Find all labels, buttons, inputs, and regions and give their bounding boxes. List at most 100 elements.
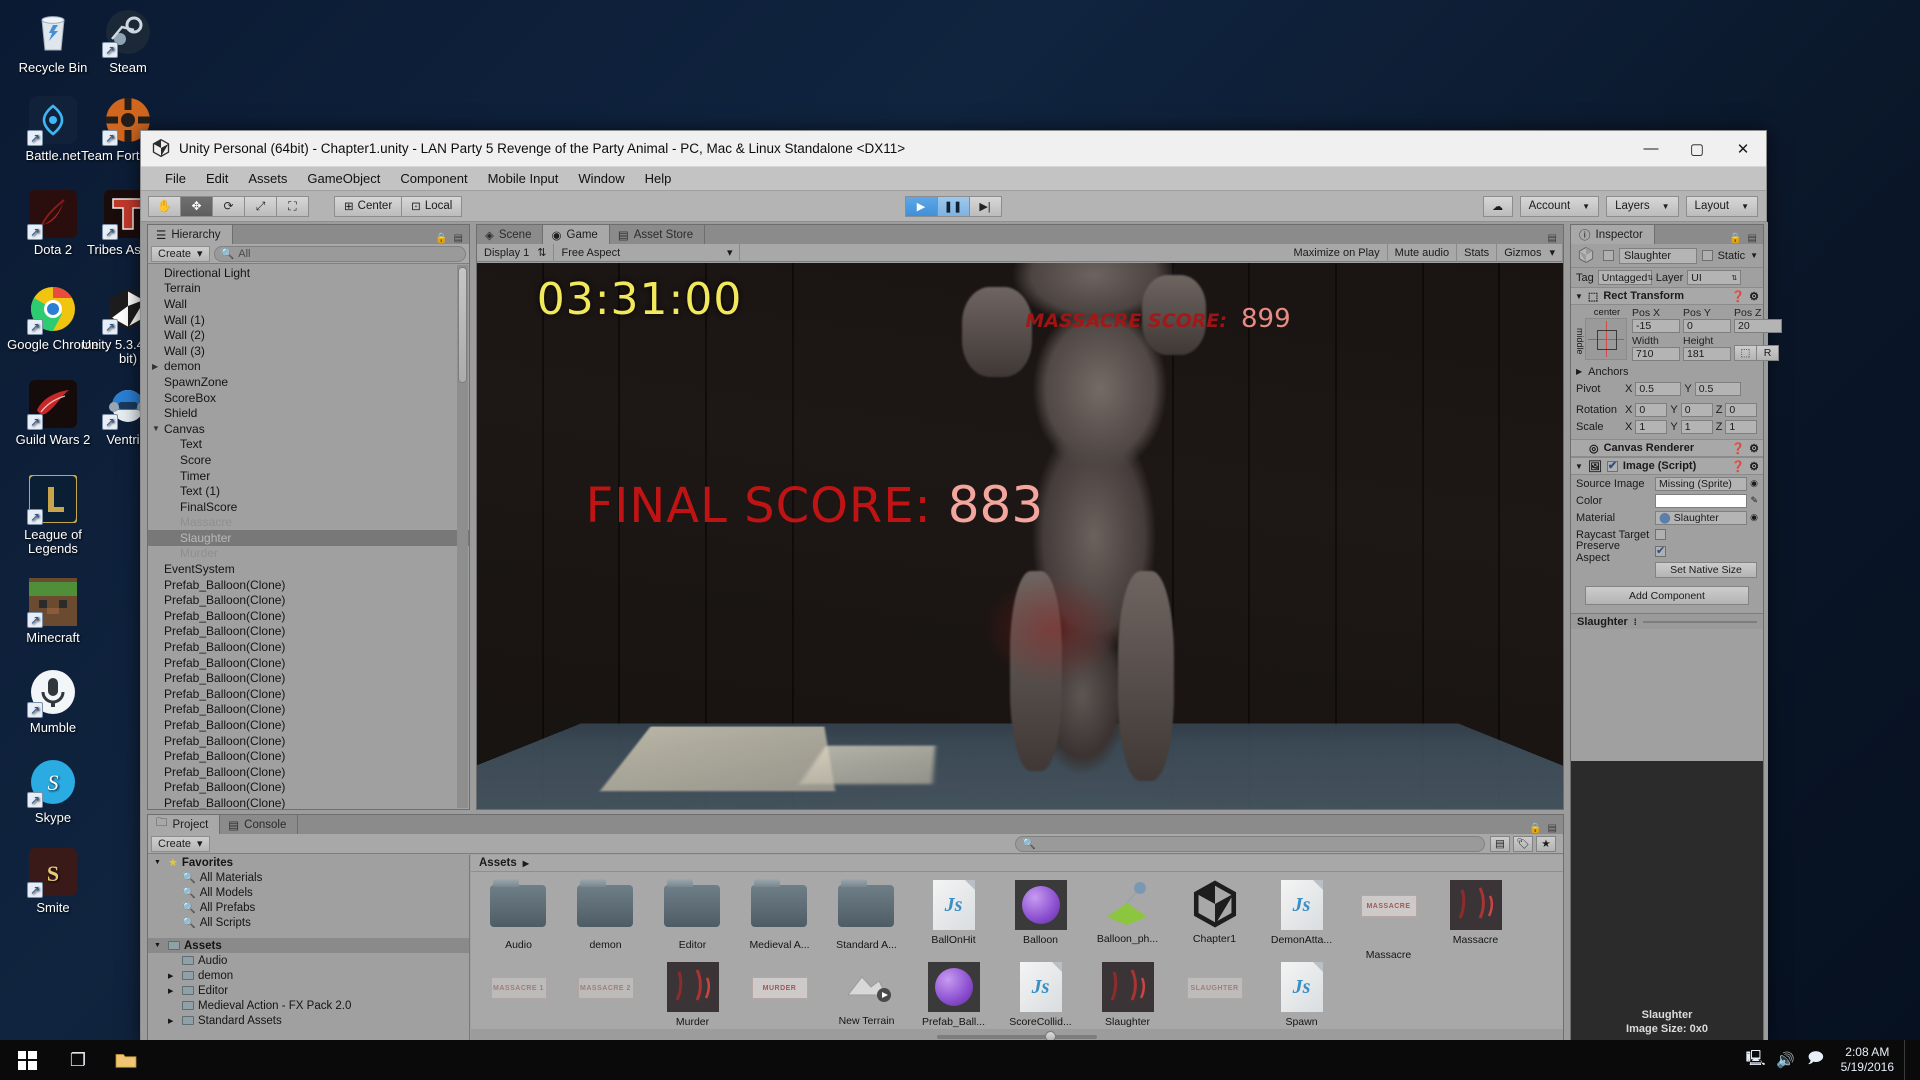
maximize-on-play-toggle[interactable]: Maximize on Play — [1286, 243, 1388, 262]
display-dropdown[interactable]: Display 1 ⇅ — [477, 243, 555, 262]
hierarchy-item[interactable]: Slaughter — [148, 530, 469, 546]
pos-x-field[interactable]: -15 — [1632, 319, 1680, 333]
start-button[interactable] — [0, 1040, 54, 1080]
hierarchy-item[interactable]: Wall (3) — [148, 343, 469, 359]
gear-icon[interactable]: ⚙ — [1749, 442, 1759, 455]
pause-button[interactable]: ❚❚ — [936, 195, 970, 217]
maximize-button[interactable]: ▢ — [1674, 131, 1720, 167]
asset-item[interactable]: Audio — [475, 879, 562, 961]
drag-handle-icon[interactable]: ⁞ — [1634, 617, 1637, 627]
hand-tool-button[interactable]: ✋ — [148, 195, 181, 217]
hierarchy-item[interactable]: Text — [148, 437, 469, 453]
asset-item[interactable]: Standard A... — [823, 879, 910, 961]
hierarchy-item[interactable]: Prefab_Balloon(Clone) — [148, 592, 469, 608]
asset-grid[interactable]: Audio demon Editor Medieval A... Standard A.… — [471, 873, 1563, 1028]
project-tree-item[interactable]: Medieval Action - FX Pack 2.0 — [148, 998, 469, 1013]
image-script-header[interactable]: ▼ 🖼 Image (Script) ❓⚙ — [1571, 457, 1763, 475]
tag-dropdown[interactable]: Untagged ⇅ — [1597, 270, 1653, 285]
project-tree-item[interactable]: ▶ Standard Assets — [148, 1013, 469, 1028]
hierarchy-item[interactable]: Murder — [148, 546, 469, 562]
hierarchy-item[interactable]: Prefab_Balloon(Clone) — [148, 639, 469, 655]
asset-item[interactable]: demon — [562, 879, 649, 961]
asset-item[interactable]: MASSACRE 1Massacre 1 — [475, 961, 562, 1028]
color-swatch[interactable] — [1655, 493, 1748, 508]
menu-icon[interactable]: ▤ — [1548, 233, 1557, 244]
hierarchy-item[interactable]: Prefab_Balloon(Clone) — [148, 670, 469, 686]
stats-toggle[interactable]: Stats — [1457, 243, 1498, 262]
asset-item[interactable]: Massacre — [1432, 879, 1519, 961]
hierarchy-item[interactable]: Score — [148, 452, 469, 468]
help-icon[interactable]: ❓ — [1731, 460, 1745, 473]
hierarchy-item[interactable]: Wall (2) — [148, 327, 469, 343]
help-icon[interactable]: ❓ — [1731, 442, 1745, 455]
asset-item[interactable]: Js DemonAtta... — [1258, 879, 1345, 961]
project-tree-item[interactable]: ▶ demon — [148, 968, 469, 983]
tab-hierarchy[interactable]: ☰ Hierarchy — [148, 225, 233, 244]
tab-project[interactable]: 🗀 Project — [148, 815, 221, 834]
foldout-icon[interactable]: ▶ — [168, 972, 178, 980]
hierarchy-item[interactable]: Timer — [148, 468, 469, 484]
hierarchy-item[interactable]: Prefab_Balloon(Clone) — [148, 686, 469, 702]
asset-item[interactable]: New Terrain — [823, 961, 910, 1028]
desktop-icon-smite[interactable]: S ↗ Smite — [0, 848, 106, 915]
menu-item-mobile-input[interactable]: Mobile Input — [478, 169, 569, 188]
help-icon[interactable]: ❓ — [1731, 290, 1745, 303]
menu-item-assets[interactable]: Assets — [238, 169, 297, 188]
hierarchy-item[interactable]: Shield — [148, 405, 469, 421]
favorite-button[interactable]: ★ — [1536, 835, 1556, 852]
menu-item-component[interactable]: Component — [390, 169, 477, 188]
asset-zoom-slider[interactable] — [937, 1030, 1097, 1042]
network-icon[interactable]: 🖳 — [1741, 1048, 1771, 1073]
asset-item[interactable]: Balloon_ph... — [1084, 879, 1171, 961]
anchor-preset-widget[interactable] — [1585, 318, 1627, 360]
scale-x-field[interactable]: 1 — [1635, 419, 1668, 434]
hierarchy-item[interactable]: Prefab_Balloon(Clone) — [148, 748, 469, 764]
hierarchy-list[interactable]: Directional Light Terrain Wall Wall (1) Wall… — [148, 265, 469, 809]
width-field[interactable]: 710 — [1632, 347, 1680, 361]
asset-item[interactable]: Editor — [649, 879, 736, 961]
hierarchy-item[interactable]: Prefab_Balloon(Clone) — [148, 717, 469, 733]
asset-item[interactable]: Chapter1 — [1171, 879, 1258, 961]
project-tree-item[interactable]: ▶ Editor — [148, 983, 469, 998]
hierarchy-scrollbar[interactable] — [457, 265, 468, 808]
asset-item[interactable]: MASSACRE Massacre — [1345, 879, 1432, 961]
hierarchy-item[interactable]: Prefab_Balloon(Clone) — [148, 608, 469, 624]
menu-item-gameobject[interactable]: GameObject — [297, 169, 390, 188]
tab-scene[interactable]: ◈ Scene — [477, 225, 544, 244]
asset-item[interactable]: Balloon — [997, 879, 1084, 961]
eyedropper-icon[interactable]: ✎ — [1750, 495, 1758, 506]
pivot-x-field[interactable]: 0.5 — [1635, 381, 1682, 396]
layout-dropdown[interactable]: Layout ▼ — [1685, 195, 1758, 217]
desktop-icon-steam[interactable]: ↗ Steam — [75, 8, 181, 75]
blueprint-mode-button[interactable]: ⬚ — [1734, 345, 1757, 361]
chevron-down-icon[interactable]: ▼ — [1750, 251, 1758, 260]
gizmos-dropdown[interactable]: Gizmos ▾ — [1497, 243, 1563, 262]
hierarchy-item[interactable]: Massacre — [148, 515, 469, 531]
foldout-icon[interactable]: ▼ — [1575, 292, 1583, 301]
foldout-icon[interactable]: ▼ — [154, 942, 164, 949]
menu-icon[interactable]: ▤ — [1748, 233, 1757, 244]
volume-icon[interactable]: 🔊 — [1771, 1051, 1801, 1069]
foldout-icon[interactable]: ▶ — [168, 1017, 178, 1025]
hierarchy-item[interactable]: Prefab_Balloon(Clone) — [148, 795, 469, 809]
add-component-button[interactable]: Add Component — [1585, 586, 1749, 605]
game-render-area[interactable]: 03:31:00 MASSACRE SCORE: 899 FINAL SCORE… — [477, 263, 1563, 809]
tab-inspector[interactable]: ⓘ Inspector — [1571, 225, 1655, 244]
pivot-space-button[interactable]: ⊡ Local — [401, 195, 463, 217]
object-picker-icon[interactable]: ◉ — [1750, 478, 1758, 489]
asset-item[interactable]: Js ScoreCollid... — [997, 961, 1084, 1028]
asset-item[interactable]: MASSACRE 2Massacre 2 — [562, 961, 649, 1028]
rotate-tool-button[interactable]: ⟳ — [212, 195, 245, 217]
object-enabled-checkbox[interactable] — [1603, 250, 1614, 261]
rot-z-field[interactable]: 0 — [1725, 402, 1758, 417]
pivot-mode-button[interactable]: ⊞ Center — [334, 195, 403, 217]
menu-item-help[interactable]: Help — [635, 169, 682, 188]
breadcrumb-assets[interactable]: Assets — [479, 857, 517, 869]
anchors-foldout[interactable]: ▶ Anchors — [1571, 363, 1763, 380]
desktop-icon-league-of-legends[interactable]: ↗ League of Legends — [0, 474, 106, 556]
desktop-icon-mumble[interactable]: ↗ Mumble — [0, 668, 106, 735]
project-tree-item[interactable]: Audio — [148, 953, 469, 968]
hierarchy-item[interactable]: ▶ demon — [148, 359, 469, 375]
project-tree-item[interactable]: 🔍 All Prefabs — [148, 900, 469, 915]
rect-transform-header[interactable]: ▼ ⬚ Rect Transform ❓ ⚙ — [1571, 287, 1763, 305]
